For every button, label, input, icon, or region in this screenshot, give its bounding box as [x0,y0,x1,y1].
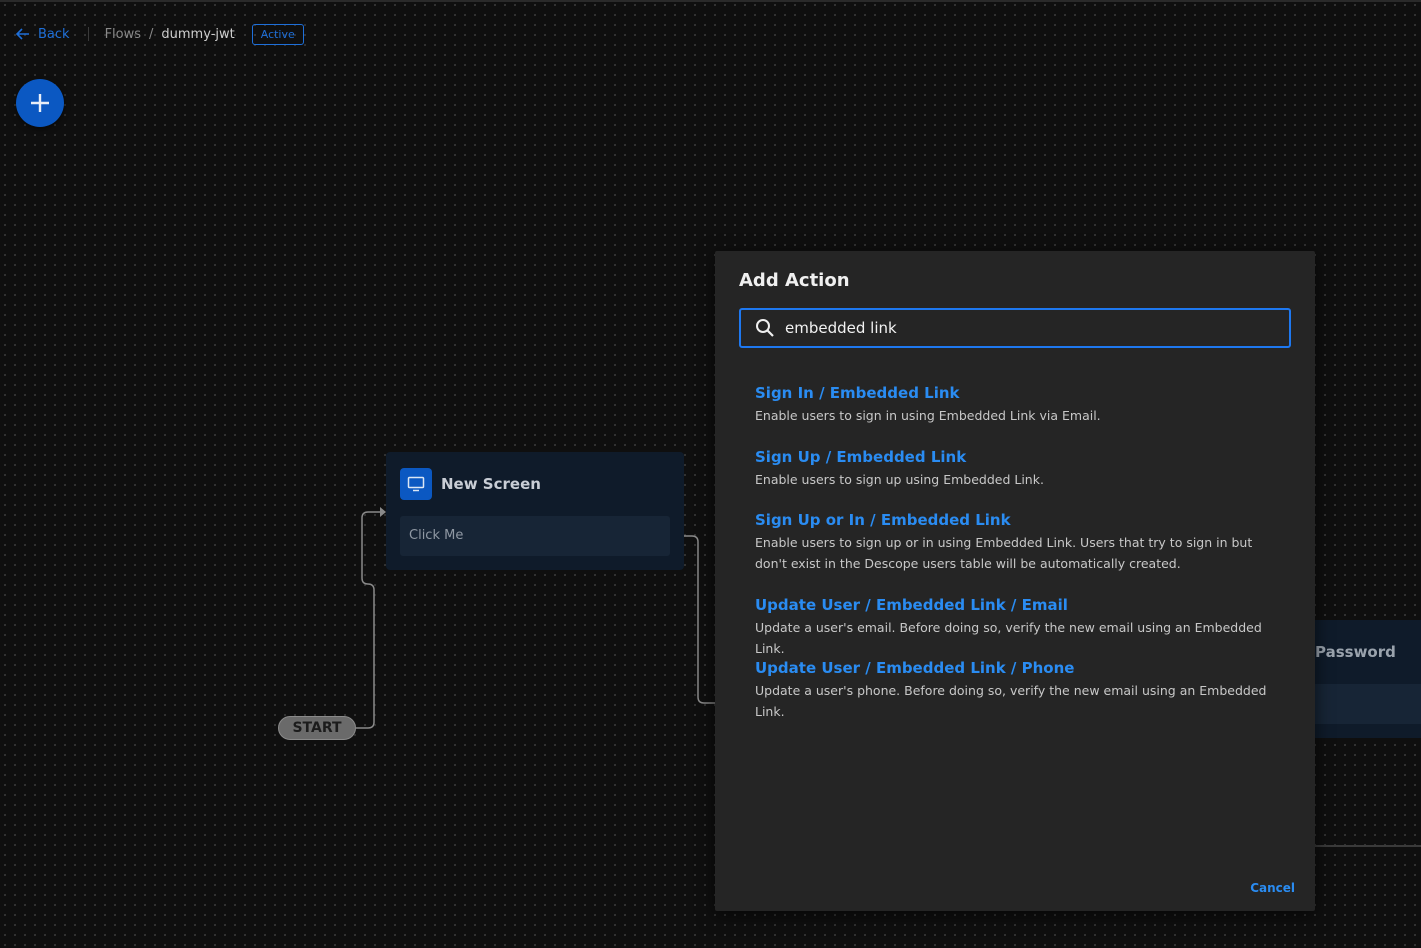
screen-node-header: New Screen [400,468,541,500]
canvas-edge-partial [1300,845,1421,847]
result-title[interactable]: Update User / Embedded Link / Email [755,595,1285,615]
password-node-button[interactable] [1300,684,1421,724]
result-item-sign-in[interactable]: Sign In / Embedded Link Enable users to … [755,383,1285,447]
screen-node-title: New Screen [441,475,541,493]
result-item-update-email[interactable]: Update User / Embedded Link / Email Upda… [755,595,1285,658]
result-item-update-phone[interactable]: Update User / Embedded Link / Phone Upda… [755,658,1285,721]
result-description: Enable users to sign in using Embedded L… [755,408,1101,423]
result-description: Enable users to sign up or in using Embe… [755,535,1253,571]
result-title[interactable]: Update User / Embedded Link / Phone [755,658,1285,678]
add-action-modal: Add Action Sign In / Embedded Link Enabl… [715,251,1315,911]
result-description: Update a user's email. Before doing so, … [755,620,1262,656]
result-item-sign-up[interactable]: Sign Up / Embedded Link Enable users to … [755,447,1285,510]
result-title[interactable]: Sign Up / Embedded Link [755,447,1285,467]
search-icon [756,319,774,337]
result-title[interactable]: Sign In / Embedded Link [755,383,1285,403]
screen-node[interactable]: New Screen Click Me [386,452,684,570]
result-item-sign-up-or-in[interactable]: Sign Up or In / Embedded Link Enable use… [755,510,1285,595]
screen-node-button[interactable]: Click Me [400,516,670,556]
search-input[interactable] [785,319,1289,337]
result-description: Update a user's phone. Before doing so, … [755,683,1267,719]
cancel-button[interactable]: Cancel [1250,881,1295,895]
modal-title: Add Action [739,270,850,291]
result-title[interactable]: Sign Up or In / Embedded Link [755,510,1285,530]
result-description: Enable users to sign up using Embedded L… [755,472,1044,487]
search-box[interactable] [739,308,1291,348]
start-node[interactable]: START [278,716,356,740]
password-node-title: Password [1315,643,1396,661]
results-list: Sign In / Embedded Link Enable users to … [755,383,1285,721]
monitor-icon [400,468,432,500]
